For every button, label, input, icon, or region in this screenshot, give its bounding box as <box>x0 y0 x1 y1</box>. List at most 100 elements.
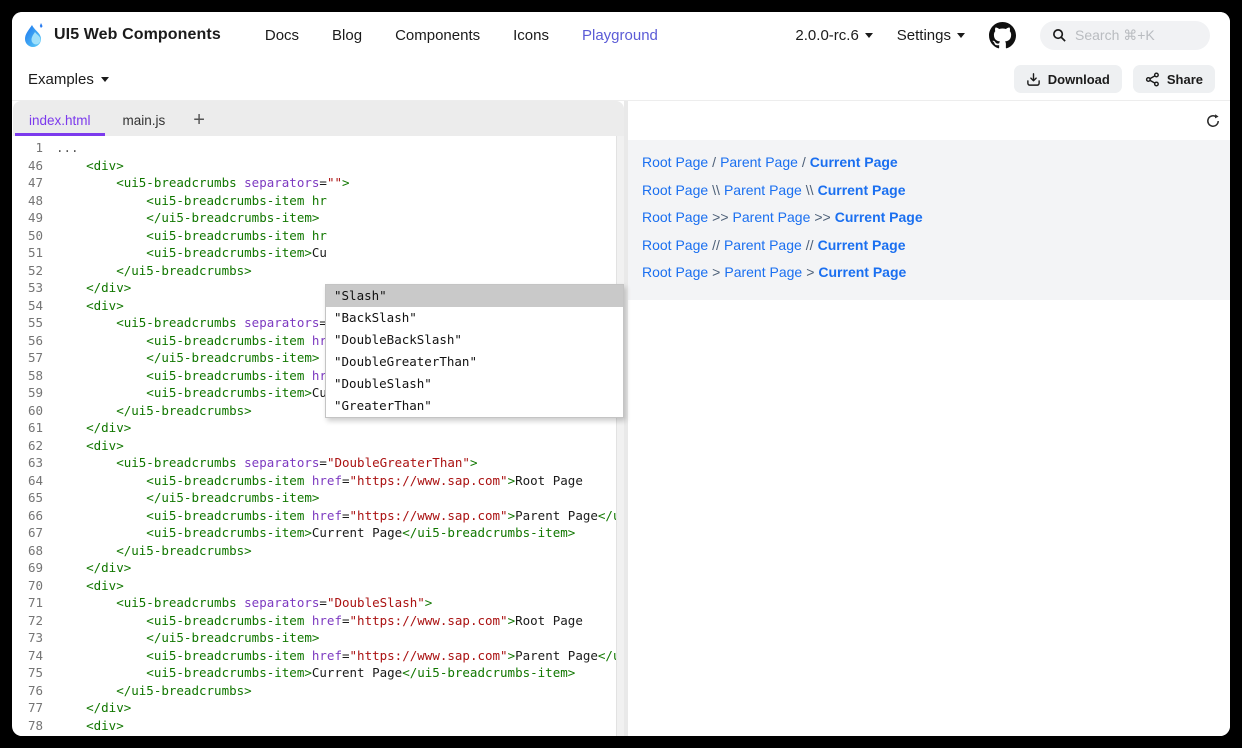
code-line: 65 </ui5-breadcrumbs-item> <box>13 489 617 507</box>
breadcrumb-current: Current Page <box>818 182 906 198</box>
line-number: 68 <box>13 542 43 560</box>
breadcrumbs-demo-block: Root Page/Parent Page/Current PageRoot P… <box>628 140 1230 300</box>
code-line: 71 <ui5-breadcrumbs separators="DoubleSl… <box>13 594 617 612</box>
line-number: 58 <box>13 367 43 385</box>
code-line: 72 <ui5-breadcrumbs-item href="https://w… <box>13 612 617 630</box>
line-number: 70 <box>13 577 43 595</box>
refresh-icon[interactable] <box>1205 113 1221 129</box>
breadcrumb-link[interactable]: Parent Page <box>724 182 802 198</box>
line-number: 60 <box>13 402 43 420</box>
line-number: 77 <box>13 699 43 717</box>
line-number: 78 <box>13 717 43 735</box>
breadcrumb-link[interactable]: Root Page <box>642 209 708 225</box>
breadcrumb-separator: \\ <box>708 182 724 198</box>
editor-tabbar: index.htmlmain.js+ <box>13 101 624 136</box>
line-number: 47 <box>13 174 43 192</box>
breadcrumb-link[interactable]: Root Page <box>642 154 708 170</box>
nav-item-blog[interactable]: Blog <box>332 27 362 44</box>
search-placeholder: Search ⌘+K <box>1075 27 1155 44</box>
autocomplete-option[interactable]: "BackSlash" <box>326 307 623 329</box>
breadcrumb-link[interactable]: Root Page <box>642 182 708 198</box>
line-number: 71 <box>13 594 43 612</box>
code-line: 1... <box>13 139 617 157</box>
code-line: 61 </div> <box>13 419 617 437</box>
brand-title: UI5 Web Components <box>54 26 221 44</box>
editor-tab-main.js[interactable]: main.js <box>107 104 182 136</box>
line-number: 66 <box>13 507 43 525</box>
line-number: 48 <box>13 192 43 210</box>
line-number: 62 <box>13 437 43 455</box>
nav-item-docs[interactable]: Docs <box>265 27 299 44</box>
code-line: 64 <ui5-breadcrumbs-item href="https://w… <box>13 472 617 490</box>
examples-label: Examples <box>28 71 94 88</box>
code-line: 47 <ui5-breadcrumbs separators=""> <box>13 174 617 192</box>
line-number: 57 <box>13 349 43 367</box>
autocomplete-option[interactable]: "DoubleSlash" <box>326 373 623 395</box>
breadcrumb-link[interactable]: Parent Page <box>733 209 811 225</box>
line-number: 54 <box>13 297 43 315</box>
version-menu[interactable]: 2.0.0-rc.6 <box>795 27 872 44</box>
share-button[interactable]: Share <box>1133 65 1215 93</box>
breadcrumb-separator: >> <box>810 209 834 225</box>
app-window: UI5 Web Components Docs Blog Components Ico… <box>12 12 1230 736</box>
code-line: 62 <div> <box>13 437 617 455</box>
breadcrumb-row: Root Page>Parent Page>Current Page <box>642 260 1216 284</box>
examples-menu[interactable]: Examples <box>28 71 109 88</box>
autocomplete-option[interactable]: "Slash" <box>326 285 623 307</box>
nav-item-playground[interactable]: Playground <box>582 27 658 44</box>
breadcrumb-separator: >> <box>708 209 732 225</box>
breadcrumb-current: Current Page <box>810 154 898 170</box>
code-line: 70 <div> <box>13 577 617 595</box>
line-number: 1 <box>13 139 43 157</box>
autocomplete-option[interactable]: "GreaterThan" <box>326 395 623 417</box>
brand[interactable]: UI5 Web Components <box>22 21 221 49</box>
code-area[interactable]: 1...46 <div>47 <ui5-breadcrumbs separato… <box>13 136 617 736</box>
line-number: 59 <box>13 384 43 402</box>
breadcrumb-link[interactable]: Root Page <box>642 264 708 280</box>
editor-tab-index.html[interactable]: index.html <box>13 104 107 136</box>
search-input[interactable]: Search ⌘+K <box>1040 21 1210 50</box>
examples-toolbar: Examples Download Share <box>12 58 1230 101</box>
chevron-down-icon <box>101 77 109 82</box>
preview-toolbar <box>628 101 1230 140</box>
code-editor-pane: index.htmlmain.js+ 1...46 <div>47 <ui5-b… <box>12 101 624 736</box>
share-icon <box>1145 72 1160 87</box>
breadcrumb-link[interactable]: Parent Page <box>724 237 802 253</box>
add-tab-icon[interactable]: + <box>181 106 217 136</box>
code-line: 68 </ui5-breadcrumbs> <box>13 542 617 560</box>
toolbar-actions: Download Share <box>1014 65 1215 93</box>
nav-item-components[interactable]: Components <box>395 27 480 44</box>
preview-pane: Root Page/Parent Page/Current PageRoot P… <box>628 101 1230 736</box>
line-number: 50 <box>13 227 43 245</box>
code-line: 76 </ui5-breadcrumbs> <box>13 682 617 700</box>
code-line: 69 </div> <box>13 559 617 577</box>
breadcrumb-link[interactable]: Parent Page <box>724 264 802 280</box>
breadcrumb-separator: \\ <box>802 182 818 198</box>
line-number: 55 <box>13 314 43 332</box>
breadcrumb-row: Root Page//Parent Page//Current Page <box>642 233 1216 257</box>
line-number: 67 <box>13 524 43 542</box>
breadcrumb-link[interactable]: Parent Page <box>720 154 798 170</box>
autocomplete-option[interactable]: "DoubleBackSlash" <box>326 329 623 351</box>
breadcrumb-link[interactable]: Root Page <box>642 237 708 253</box>
download-icon <box>1026 72 1041 87</box>
line-number: 49 <box>13 209 43 227</box>
line-number: 64 <box>13 472 43 490</box>
breadcrumb-separator: > <box>708 264 724 280</box>
breadcrumb-separator: / <box>708 154 720 170</box>
autocomplete-option[interactable]: "DoubleGreaterThan" <box>326 351 623 373</box>
breadcrumb-row: Root Page\\Parent Page\\Current Page <box>642 178 1216 202</box>
download-button[interactable]: Download <box>1014 65 1122 93</box>
nav-item-icons[interactable]: Icons <box>513 27 549 44</box>
breadcrumb-separator: > <box>802 264 818 280</box>
editor-scrollbar[interactable] <box>616 136 624 736</box>
code-line: 52 </ui5-breadcrumbs> <box>13 262 617 280</box>
github-icon[interactable] <box>989 22 1016 49</box>
settings-menu[interactable]: Settings <box>897 27 965 44</box>
breadcrumb-current: Current Page <box>818 237 906 253</box>
code-line: 48 <ui5-breadcrumbs-item hr <box>13 192 617 210</box>
code-line: 63 <ui5-breadcrumbs separators="DoubleGr… <box>13 454 617 472</box>
download-label: Download <box>1048 72 1110 87</box>
code-line: 66 <ui5-breadcrumbs-item href="https://w… <box>13 507 617 525</box>
line-number: 56 <box>13 332 43 350</box>
